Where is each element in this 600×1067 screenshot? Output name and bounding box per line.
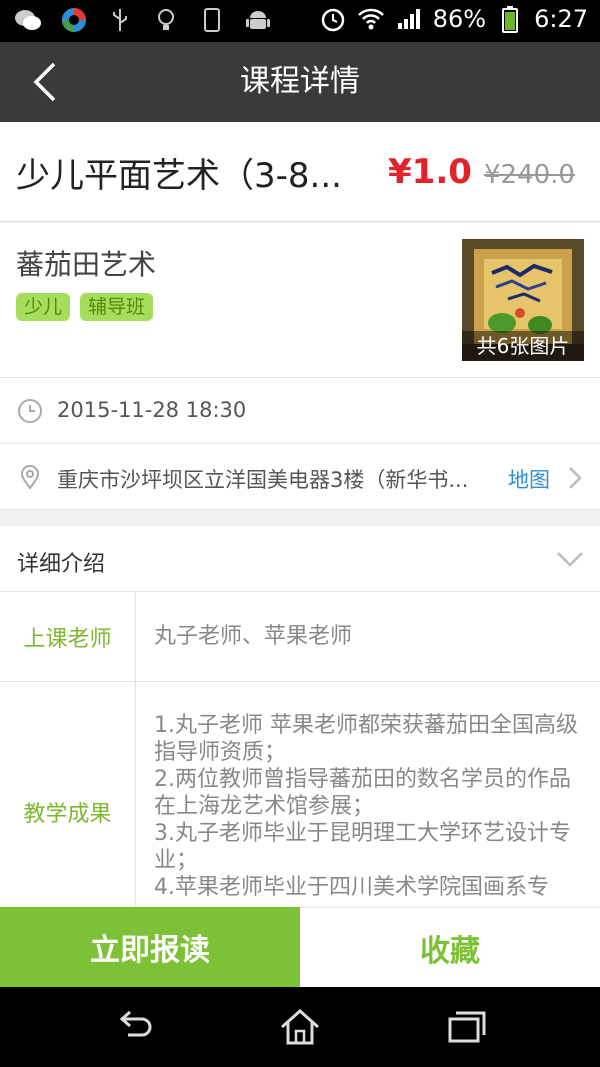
title-bar: 课程详情	[0, 42, 600, 122]
map-link[interactable]: 地图	[508, 464, 550, 494]
chevron-right-icon	[569, 467, 582, 489]
organization-card[interactable]: 蕃茄田艺术 少儿 辅导班 共6张图片	[0, 223, 600, 378]
course-price: ¥1.0	[388, 152, 472, 192]
location-row[interactable]: 重庆市沙坪坝区立洋国美电器3楼（新华书... 地图	[0, 444, 600, 510]
recents-nav-button[interactable]	[444, 1007, 488, 1047]
tag-children: 少儿	[16, 293, 71, 321]
organization-photo[interactable]: 共6张图片	[462, 239, 584, 361]
achievement-line: 3.丸子老师毕业于昆明理工大学环艺设计专	[154, 821, 571, 846]
achievement-line: 1.丸子老师 苹果老师都荣获蕃茄田全国高级	[154, 713, 578, 738]
location-pin-icon	[20, 465, 40, 490]
recent-apps-icon	[448, 1011, 486, 1043]
bottom-action-bar: 立即报读 收藏	[0, 907, 600, 987]
signal-icon	[395, 5, 423, 33]
battery-icon	[496, 5, 524, 33]
system-nav-bar	[0, 987, 600, 1067]
details-table: 上课老师 丸子老师、苹果老师 教学成果 1.丸子老师 苹果老师都荣获蕃茄田全国高…	[0, 592, 600, 907]
course-datetime: 2015-11-28 18:30	[57, 398, 247, 422]
home-icon	[281, 1008, 319, 1045]
clock-icon	[18, 399, 42, 423]
achievement-line: 业；	[154, 848, 199, 873]
phone-icon	[198, 6, 226, 34]
achievement-line: 2.两位教师曾指导蕃茄田的数名学员的作品	[154, 767, 571, 792]
back-nav-button[interactable]	[112, 1007, 156, 1047]
course-address: 重庆市沙坪坝区立洋国美电器3楼（新华书...	[57, 468, 469, 492]
photo-count: 共6张图片	[462, 331, 584, 361]
course-summary: 少儿平面艺术（3-8... ¥1.0 ¥240.0	[0, 122, 600, 222]
details-title: 详细介绍	[17, 552, 106, 577]
course-detail-content[interactable]: 少儿平面艺术（3-8... ¥1.0 ¥240.0 蕃茄田艺术 少儿 辅导班 共…	[0, 122, 600, 907]
clock: 6:27	[534, 5, 588, 33]
usb-icon	[106, 6, 134, 34]
achievement-line: 指导师资质；	[154, 740, 287, 765]
achievement-line: 4.苹果老师毕业于四川美术学院国画系专	[154, 875, 549, 900]
wifi-icon	[357, 5, 385, 33]
enroll-button[interactable]: 立即报读	[0, 907, 300, 987]
achievements-label: 教学成果	[0, 682, 136, 907]
browser-icon	[60, 6, 88, 34]
favorite-button[interactable]: 收藏	[300, 907, 600, 987]
original-price: ¥240.0	[484, 160, 575, 190]
bulb-icon	[152, 6, 180, 34]
android-icon	[244, 6, 272, 34]
chevron-down-icon	[557, 552, 583, 567]
achievements-value: 1.丸子老师 苹果老师都荣获蕃茄田全国高级 指导师资质； 2.两位教师曾指导蕃茄…	[137, 682, 600, 907]
wechat-icon	[14, 6, 42, 34]
teacher-value: 丸子老师、苹果老师	[137, 592, 600, 682]
schedule-row: 2015-11-28 18:30	[0, 378, 600, 444]
back-arrow-icon	[119, 1010, 152, 1037]
tag-tutoring: 辅导班	[80, 293, 154, 321]
alarm-icon	[319, 5, 347, 33]
details-section-header[interactable]: 详细介绍	[0, 526, 600, 592]
home-nav-button[interactable]	[278, 1007, 322, 1047]
organization-name: 蕃茄田艺术	[16, 248, 157, 281]
battery-percent: 86%	[432, 5, 487, 33]
teacher-label: 上课老师	[0, 592, 136, 682]
achievement-line: 在上海龙艺术馆参展；	[154, 794, 375, 819]
status-bar: 86% 6:27	[0, 0, 600, 42]
page-title: 课程详情	[240, 64, 360, 99]
teacher-names: 丸子老师、苹果老师	[154, 624, 353, 649]
course-name: 少儿平面艺术（3-8...	[16, 156, 342, 196]
